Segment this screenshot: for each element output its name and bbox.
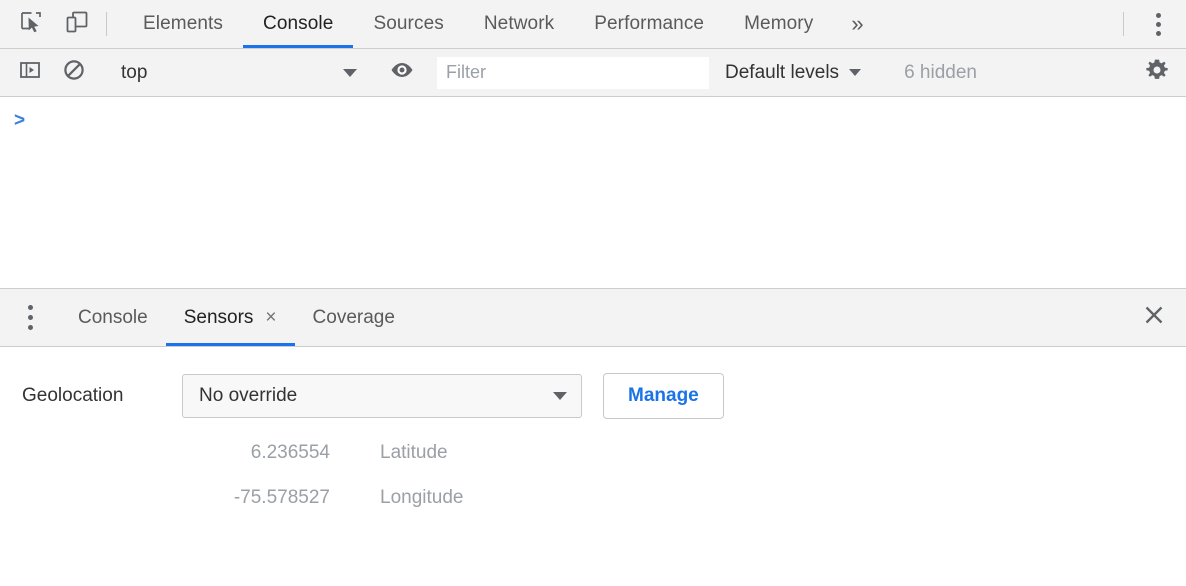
more-vertical-icon [28, 303, 33, 333]
longitude-label: Longitude [342, 487, 463, 509]
tab-sources-label: Sources [373, 13, 443, 35]
drawer-tab-sensors-label: Sensors [184, 307, 254, 329]
tab-network[interactable]: Network [464, 0, 574, 48]
drawer-tab-coverage-label: Coverage [313, 307, 395, 329]
tab-memory-label: Memory [744, 13, 813, 35]
tab-network-label: Network [484, 13, 554, 35]
tabbar-right-divider [1123, 12, 1124, 36]
log-levels-label: Default levels [725, 62, 839, 84]
device-toolbar-button[interactable] [54, 0, 100, 48]
more-tabs-button[interactable]: » [833, 0, 881, 48]
chevron-down-icon [849, 69, 861, 76]
close-sensors-tab-icon[interactable]: × [265, 308, 276, 327]
device-toolbar-icon [64, 9, 90, 40]
drawer-menu-button[interactable] [0, 289, 60, 346]
drawer-tab-coverage[interactable]: Coverage [295, 289, 413, 346]
manage-locations-label: Manage [628, 385, 699, 407]
settings-gear-icon [1144, 57, 1170, 88]
more-vertical-icon [1156, 11, 1161, 38]
clear-console-icon [62, 58, 86, 87]
devtools-window: Elements Console Sources Network Perform… [0, 0, 1186, 586]
chevron-double-right-icon: » [851, 11, 863, 37]
console-sidebar-icon [18, 58, 42, 87]
close-drawer-button[interactable] [1122, 289, 1186, 346]
chevron-down-icon [343, 69, 357, 77]
close-drawer-icon [1141, 302, 1167, 333]
latitude-row: Latitude [0, 442, 1186, 464]
tab-performance-label: Performance [594, 13, 704, 35]
geolocation-label: Geolocation [22, 385, 182, 407]
drawer-tab-sensors[interactable]: Sensors × [166, 289, 295, 346]
longitude-row: Longitude [0, 487, 1186, 509]
chevron-down-icon [553, 392, 567, 400]
toolbar-divider [106, 12, 107, 36]
clear-console-button[interactable] [52, 49, 96, 97]
tab-console-label: Console [263, 13, 333, 35]
manage-locations-button[interactable]: Manage [603, 373, 724, 419]
console-prompt-input[interactable] [25, 111, 1186, 133]
log-levels-selector[interactable]: Default levels [709, 49, 875, 97]
live-expression-button[interactable] [380, 49, 424, 97]
tab-elements[interactable]: Elements [123, 0, 243, 48]
panel-tabs: Elements Console Sources Network Perform… [123, 0, 882, 48]
live-expression-eye-icon [389, 57, 415, 88]
latitude-label: Latitude [342, 442, 448, 464]
tabbar-spacer [882, 0, 1117, 48]
main-menu-button[interactable] [1130, 0, 1186, 48]
drawer-tabbar: Console Sensors × Coverage [0, 289, 1186, 347]
filter-input[interactable] [437, 57, 709, 89]
inspect-element-button[interactable] [8, 0, 54, 48]
hidden-messages-count[interactable]: 6 hidden [888, 62, 991, 84]
devtools-drawer: Console Sensors × Coverage [0, 288, 1186, 586]
longitude-input[interactable] [182, 487, 342, 509]
console-toolbar: top Default levels 6 hidden [0, 49, 1186, 97]
inspect-element-icon [18, 9, 44, 40]
drawer-tabbar-spacer [413, 289, 1122, 346]
drawer-tab-console[interactable]: Console [60, 289, 166, 346]
tab-console[interactable]: Console [243, 0, 353, 48]
console-prompt-row[interactable]: > [0, 97, 1186, 131]
console-message-area[interactable]: > [0, 97, 1186, 288]
main-tabbar: Elements Console Sources Network Perform… [0, 0, 1186, 49]
console-prompt-chevron-icon: > [14, 111, 25, 130]
console-sidebar-toggle[interactable] [8, 49, 52, 97]
geolocation-override-select[interactable]: No override [182, 374, 582, 418]
tab-memory[interactable]: Memory [724, 0, 833, 48]
tab-sources[interactable]: Sources [353, 0, 463, 48]
geolocation-row: Geolocation No override Manage [0, 373, 1186, 419]
tab-performance[interactable]: Performance [574, 0, 724, 48]
sensors-panel: Geolocation No override Manage Latitude … [0, 347, 1186, 586]
execution-context-selector[interactable]: top [109, 49, 367, 97]
execution-context-label: top [121, 62, 343, 84]
console-settings-button[interactable] [1134, 49, 1180, 97]
drawer-tab-console-label: Console [78, 307, 148, 329]
geolocation-override-value: No override [199, 385, 553, 407]
latitude-input[interactable] [182, 442, 342, 464]
tab-elements-label: Elements [143, 13, 223, 35]
